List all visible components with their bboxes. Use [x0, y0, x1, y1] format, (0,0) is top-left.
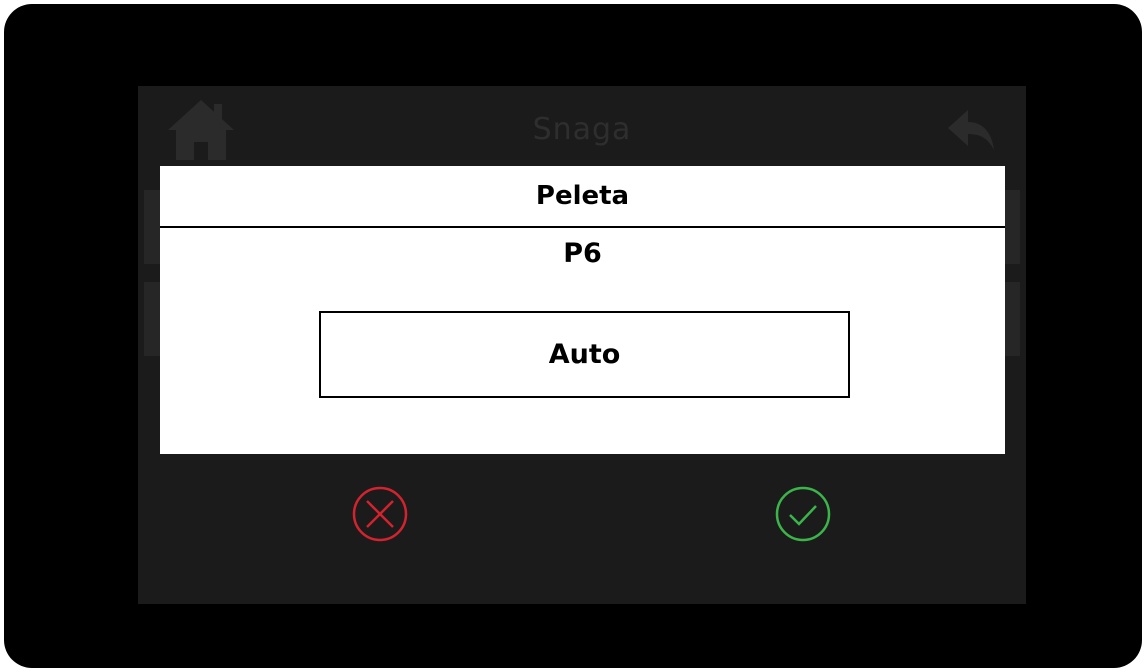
auto-option-button[interactable]: Auto	[319, 311, 850, 398]
background-title: Snaga	[532, 112, 632, 147]
screen: Snaga Peleta P6 Auto	[138, 86, 1026, 604]
back-arrow-icon[interactable]	[946, 106, 996, 154]
cancel-circle-x-icon[interactable]	[350, 484, 410, 544]
background-header: Snaga	[138, 86, 1026, 168]
dialog-value: P6	[563, 238, 602, 269]
device-frame: Snaga Peleta P6 Auto	[4, 4, 1142, 668]
selection-dialog: Peleta P6 Auto	[160, 166, 1005, 454]
dialog-title: Peleta	[160, 166, 1005, 228]
confirm-circle-check-icon[interactable]	[773, 484, 833, 544]
